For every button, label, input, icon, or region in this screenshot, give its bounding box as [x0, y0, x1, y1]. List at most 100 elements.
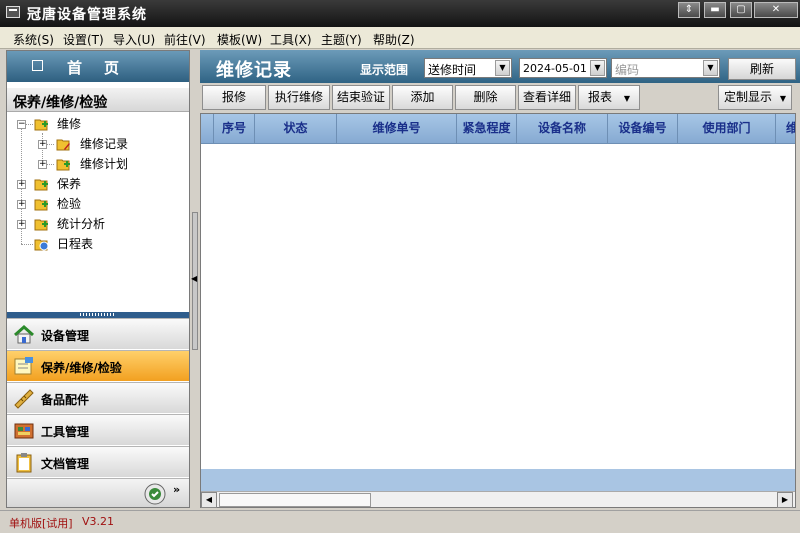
- home-button[interactable]: 首页: [7, 51, 189, 82]
- collapse-left-icon[interactable]: ◀: [191, 274, 197, 283]
- menu-system[interactable]: 系统(S): [13, 31, 54, 48]
- column-header[interactable]: 使用部门: [678, 114, 776, 143]
- chevron-more-icon[interactable]: »: [173, 483, 180, 496]
- minimize-icon[interactable]: ▬: [704, 2, 726, 18]
- tree-label: 日程表: [57, 237, 94, 251]
- expand-icon[interactable]: +: [17, 200, 26, 209]
- table-footer: [201, 469, 795, 491]
- customize-display-button[interactable]: 定制显示 ▼: [718, 85, 792, 110]
- menu-import[interactable]: 导入(U): [113, 31, 155, 48]
- report-dropdown-button[interactable]: 报表 ▼: [578, 85, 640, 110]
- restore-icon[interactable]: ⇕: [678, 2, 700, 18]
- nav-tools[interactable]: 工具管理: [7, 414, 189, 445]
- tree-node-repair-plan[interactable]: + 维修计划: [7, 155, 187, 173]
- status-bar: 单机版[试用] V3.21: [0, 510, 800, 533]
- report-repair-button[interactable]: 报修: [202, 85, 266, 110]
- tree-node-repair-records[interactable]: + 维修记录: [7, 135, 187, 153]
- chevron-down-icon: ▼: [623, 94, 630, 103]
- nav-maintenance-repair-inspection[interactable]: 保养/维修/检验: [7, 350, 189, 381]
- tree-label: 维修: [57, 117, 82, 131]
- home-square-icon: [32, 60, 43, 71]
- add-button[interactable]: 添加: [392, 85, 453, 110]
- menu-tools[interactable]: 工具(X): [270, 31, 312, 48]
- column-header[interactable]: 维修单号: [337, 114, 457, 143]
- tree-label: 维修记录: [80, 137, 129, 151]
- nav-spare-parts[interactable]: 备品配件: [7, 382, 189, 413]
- clipboard-icon: [16, 453, 32, 473]
- delete-button[interactable]: 删除: [455, 85, 516, 110]
- column-header[interactable]: 维: [776, 114, 795, 143]
- nav-label: 工具管理: [41, 425, 90, 439]
- folder-add-icon: [34, 179, 48, 191]
- version-label: V3.21: [82, 515, 115, 528]
- close-icon[interactable]: ✕: [754, 2, 798, 18]
- menu-theme[interactable]: 主题(Y): [321, 31, 362, 48]
- date-picker[interactable]: 2024-05-01 ▼: [519, 58, 607, 78]
- home-label: 首页: [67, 59, 142, 77]
- tree-node-statistics[interactable]: + 统计分析: [7, 215, 187, 233]
- collapse-icon[interactable]: −: [17, 120, 26, 129]
- scroll-thumb[interactable]: [219, 493, 371, 507]
- code-filter-placeholder: 编码: [615, 63, 640, 77]
- nav-footer: »: [7, 478, 189, 507]
- menu-help[interactable]: 帮助(Z): [373, 31, 415, 48]
- scroll-left-icon[interactable]: ◀: [201, 492, 217, 508]
- row-indicator-column: [201, 114, 214, 143]
- column-header[interactable]: 设备名称: [517, 114, 608, 143]
- menu-goto[interactable]: 前往(V): [164, 31, 206, 48]
- expand-icon[interactable]: +: [17, 220, 26, 229]
- finish-verify-button[interactable]: 结束验证: [332, 85, 390, 110]
- page-title: 维修记录: [216, 60, 292, 81]
- scroll-right-icon[interactable]: ▶: [777, 492, 793, 508]
- menu-settings[interactable]: 设置(T): [63, 31, 104, 48]
- nav-label: 保养/维修/检验: [41, 361, 122, 375]
- tree-node-repair[interactable]: − 维修: [7, 115, 187, 133]
- column-header[interactable]: 状态: [255, 114, 337, 143]
- table-header: 序号 状态 维修单号 紧急程度 设备名称 设备编号 使用部门 维: [201, 114, 795, 144]
- expand-icon[interactable]: +: [38, 160, 47, 169]
- report-dropdown-label: 报表: [588, 90, 613, 104]
- tree-node-inspection[interactable]: + 检验: [7, 195, 187, 213]
- notes-icon: [14, 357, 33, 375]
- folder-clock-icon: [34, 239, 49, 251]
- edition-label: 单机版[试用]: [9, 517, 73, 530]
- column-header[interactable]: 紧急程度: [457, 114, 517, 143]
- expand-icon[interactable]: +: [38, 140, 47, 149]
- expand-icon[interactable]: +: [17, 180, 26, 189]
- toolbar: 报修 执行维修 结束验证 添加 删除 查看详细 报表 ▼ 定制显示 ▼: [200, 83, 800, 112]
- nav-label: 备品配件: [41, 393, 90, 407]
- range-select[interactable]: 送修时间 ▼: [424, 58, 512, 78]
- chevron-down-icon[interactable]: ▼: [703, 60, 718, 76]
- window-title: 冠唐设备管理系统: [27, 7, 147, 23]
- menu-template[interactable]: 模板(W): [217, 31, 262, 48]
- refresh-button[interactable]: 刷新: [728, 58, 796, 80]
- configure-nav-icon[interactable]: [143, 482, 167, 506]
- column-header[interactable]: 设备编号: [608, 114, 678, 143]
- house-icon: [14, 324, 34, 344]
- folder-edit-icon: [56, 139, 70, 151]
- maximize-icon[interactable]: ▢: [730, 2, 752, 18]
- records-table[interactable]: 序号 状态 维修单号 紧急程度 设备名称 设备编号 使用部门 维 ◀ ▶: [200, 113, 796, 508]
- folder-add-icon: [34, 199, 48, 211]
- tree-label: 检验: [57, 197, 82, 211]
- execute-repair-button[interactable]: 执行维修: [268, 85, 330, 110]
- app-menu-icon[interactable]: [6, 6, 20, 18]
- range-label: 显示范围: [360, 63, 409, 77]
- folder-add-icon: [56, 159, 70, 171]
- tools-icon: [14, 423, 34, 439]
- tree-node-schedule[interactable]: 日程表: [7, 235, 187, 253]
- nav-equipment[interactable]: 设备管理: [7, 318, 189, 349]
- view-detail-button[interactable]: 查看详细: [518, 85, 576, 110]
- horizontal-scrollbar[interactable]: ◀ ▶: [201, 491, 795, 508]
- chevron-down-icon[interactable]: ▼: [590, 60, 605, 76]
- customize-display-label: 定制显示: [724, 90, 773, 104]
- code-filter-select[interactable]: 编码 ▼: [611, 58, 720, 78]
- nav-tree: − 维修 + 维修记录 + 维修计划 + 保养 + 检验 + 统计分析 日程表: [7, 113, 189, 311]
- column-header[interactable]: 序号: [214, 114, 255, 143]
- folder-add-icon: [34, 219, 48, 231]
- vertical-splitter[interactable]: ◀: [190, 50, 200, 508]
- tree-node-maintenance[interactable]: + 保养: [7, 175, 187, 193]
- menu-bar: 系统(S) 设置(T) 导入(U) 前往(V) 模板(W) 工具(X) 主题(Y…: [0, 27, 800, 49]
- chevron-down-icon[interactable]: ▼: [495, 60, 510, 76]
- nav-documents[interactable]: 文档管理: [7, 446, 189, 477]
